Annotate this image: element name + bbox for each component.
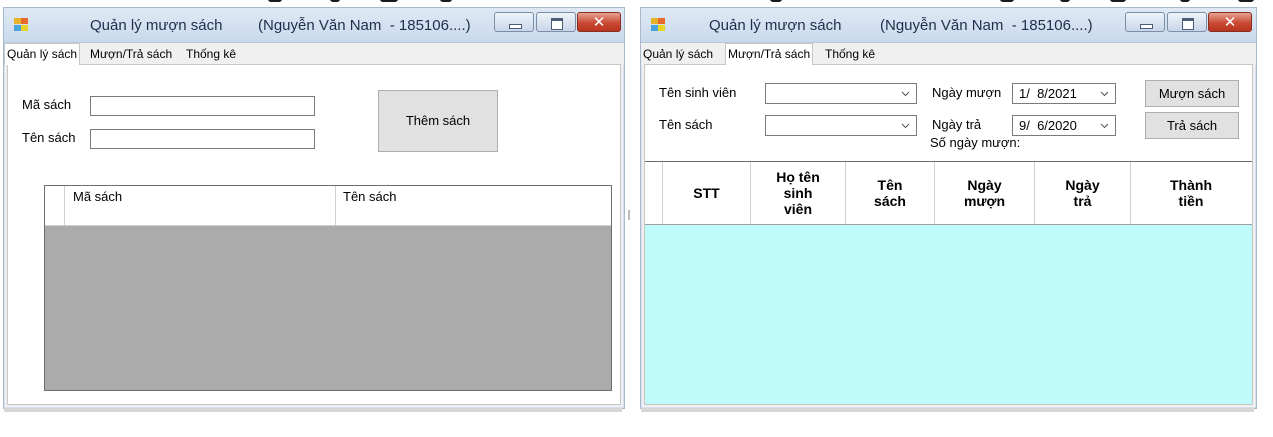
window-bottom-edge bbox=[4, 408, 622, 412]
title-bar[interactable]: Quản lý mượn sách (Nguyễn Văn Nam - 1851… bbox=[641, 8, 1256, 43]
ma-sach-label: Mã sách bbox=[22, 97, 72, 112]
tab-strip: Quản lý sách Mượn/Trả sách Thống kê bbox=[4, 43, 624, 65]
ngay-muon-label: Ngày mượn bbox=[932, 85, 1002, 100]
app-icon[interactable] bbox=[651, 18, 666, 32]
muon-sach-button[interactable]: Mượn sách bbox=[1145, 80, 1239, 107]
tab-quan-ly-sach[interactable]: Quản lý sách bbox=[641, 45, 716, 64]
return-date-value: 9/ 6/2020 bbox=[1019, 118, 1077, 133]
cropped-text-above bbox=[0, 0, 1273, 6]
ten-sach-label: Tên sách bbox=[22, 130, 76, 145]
col-ngay-tra[interactable]: Ngày trả bbox=[1035, 162, 1130, 224]
so-ngay-muon-label: Số ngày mượn: bbox=[930, 135, 1021, 150]
separator bbox=[628, 210, 630, 220]
tab-muon-tra-sach[interactable]: Mượn/Trả sách bbox=[725, 43, 814, 65]
minimize-icon[interactable] bbox=[494, 12, 534, 32]
maximize-icon[interactable] bbox=[536, 12, 576, 32]
window-subtitle: (Nguyễn Văn Nam - 185106....) bbox=[880, 17, 1093, 34]
col-ten-sach[interactable]: Tên sách bbox=[846, 162, 934, 224]
book-combo[interactable] bbox=[765, 115, 917, 136]
borrow-date-value: 1/ 8/2021 bbox=[1019, 86, 1077, 101]
dropdown-arrow-icon[interactable] bbox=[1100, 121, 1109, 130]
minimize-icon[interactable] bbox=[1125, 12, 1165, 32]
window-subtitle: (Nguyễn Văn Nam - 185106....) bbox=[258, 17, 471, 34]
grid-header: Mã sách Tên sách bbox=[45, 186, 611, 207]
tab-page-muon-tra-sach: Tên sinh viên Tên sách Ngày mượn 1/ 8/20… bbox=[644, 64, 1253, 405]
window-bottom-edge bbox=[641, 408, 1254, 412]
col-ngay-muon[interactable]: Ngày mượn bbox=[935, 162, 1034, 224]
tab-thong-ke[interactable]: Thống kê bbox=[823, 45, 878, 64]
them-sach-button[interactable]: Thêm sách bbox=[378, 90, 498, 152]
tab-muon-tra-sach[interactable]: Mượn/Trả sách bbox=[88, 45, 175, 64]
grid-header: STT Họ tên sinh viên Tên sách Ngày mượn … bbox=[645, 162, 1252, 225]
tab-thong-ke[interactable]: Thống kê bbox=[184, 45, 239, 64]
col-thanh-tien[interactable]: Thành tiền bbox=[1131, 162, 1251, 224]
maximize-icon[interactable] bbox=[1167, 12, 1207, 32]
tab-strip: Quản lý sách Mượn/Trả sách Thống kê bbox=[641, 43, 1256, 65]
books-grid[interactable]: Mã sách Tên sách bbox=[44, 185, 612, 391]
borrow-date-picker[interactable]: 1/ 8/2021 bbox=[1012, 83, 1116, 104]
tab-quan-ly-sach[interactable]: Quản lý sách bbox=[4, 43, 81, 65]
app-icon[interactable] bbox=[14, 18, 29, 32]
close-icon[interactable]: ✕ bbox=[577, 12, 621, 32]
table-row[interactable] bbox=[45, 206, 611, 226]
window-quan-ly-sach: Quản lý mượn sách (Nguyễn Văn Nam - 1851… bbox=[3, 7, 625, 409]
return-date-picker[interactable]: 9/ 6/2020 bbox=[1012, 115, 1116, 136]
tab-page-quan-ly-sach: Mã sách Tên sách Thêm sách Mã sách Tên s… bbox=[7, 64, 621, 405]
dropdown-arrow-icon[interactable] bbox=[901, 89, 910, 98]
ma-sach-input[interactable] bbox=[90, 96, 315, 116]
dropdown-arrow-icon[interactable] bbox=[1100, 89, 1109, 98]
col-ten-sach[interactable]: Tên sách bbox=[343, 189, 396, 204]
ten-sach-label: Tên sách bbox=[659, 117, 713, 132]
window-muon-tra-sach: Quản lý mượn sách (Nguyễn Văn Nam - 1851… bbox=[640, 7, 1257, 409]
ten-sinh-vien-label: Tên sinh viên bbox=[659, 85, 737, 100]
dropdown-arrow-icon[interactable] bbox=[901, 121, 910, 130]
col-ho-ten-sinh-vien[interactable]: Họ tên sinh viên bbox=[751, 162, 845, 224]
loans-grid[interactable]: STT Họ tên sinh viên Tên sách Ngày mượn … bbox=[645, 161, 1252, 404]
window-title: Quản lý mượn sách bbox=[90, 17, 223, 34]
student-combo[interactable] bbox=[765, 83, 917, 104]
window-title: Quản lý mượn sách bbox=[709, 17, 842, 34]
col-stt[interactable]: STT bbox=[663, 162, 750, 224]
close-icon[interactable]: ✕ bbox=[1208, 12, 1252, 32]
col-ma-sach[interactable]: Mã sách bbox=[73, 189, 122, 204]
ten-sach-input[interactable] bbox=[90, 129, 315, 149]
tra-sach-button[interactable]: Trả sách bbox=[1145, 112, 1239, 139]
title-bar[interactable]: Quản lý mượn sách (Nguyễn Văn Nam - 1851… bbox=[4, 8, 624, 43]
ngay-tra-label: Ngày trả bbox=[932, 117, 982, 132]
